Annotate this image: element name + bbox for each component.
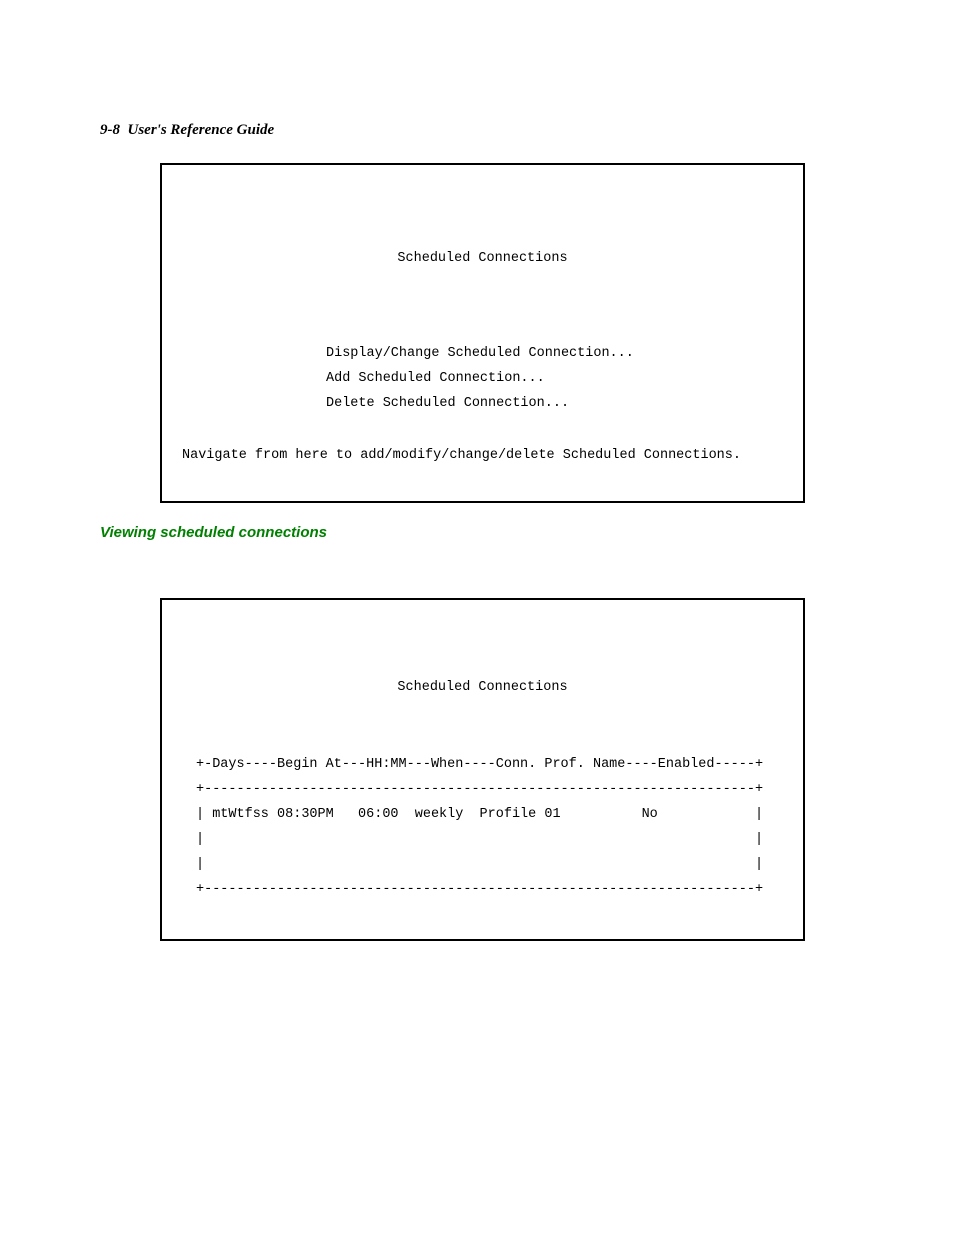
table-sep-top: +---------------------------------------…: [196, 782, 763, 797]
table-sep-bottom: +---------------------------------------…: [196, 882, 763, 897]
table-blank-line: | |: [196, 857, 763, 872]
section-heading-viewing: Viewing scheduled connections: [100, 524, 327, 541]
terminal2-title: Scheduled Connections: [162, 676, 803, 701]
terminal2-table: +-Days----Begin At---HH:MM---When----Con…: [162, 753, 803, 903]
terminal-scheduled-connections-table: Scheduled Connections +-Days----Begin At…: [160, 598, 805, 941]
menu-add: Add Scheduled Connection...: [326, 371, 545, 386]
table-row: | mtWtfss 08:30PM 06:00 weekly Profile 0…: [196, 807, 763, 822]
terminal-title: Scheduled Connections: [162, 247, 803, 272]
table-blank-line: | |: [196, 832, 763, 847]
table-header-line: +-Days----Begin At---HH:MM---When----Con…: [196, 757, 763, 772]
menu-display-change: Display/Change Scheduled Connection...: [326, 346, 634, 361]
terminal-scheduled-connections-menu: Scheduled Connections Display/Change Sch…: [160, 163, 805, 503]
guide-title: User's Reference Guide: [128, 122, 275, 138]
page-number: 9-8: [100, 122, 120, 138]
menu-delete: Delete Scheduled Connection...: [326, 396, 569, 411]
terminal-nav-text: Navigate from here to add/modify/change/…: [182, 444, 741, 469]
page-header: 9-8 User's Reference Guide: [100, 122, 274, 139]
terminal-menu: Display/Change Scheduled Connection... A…: [162, 342, 803, 417]
